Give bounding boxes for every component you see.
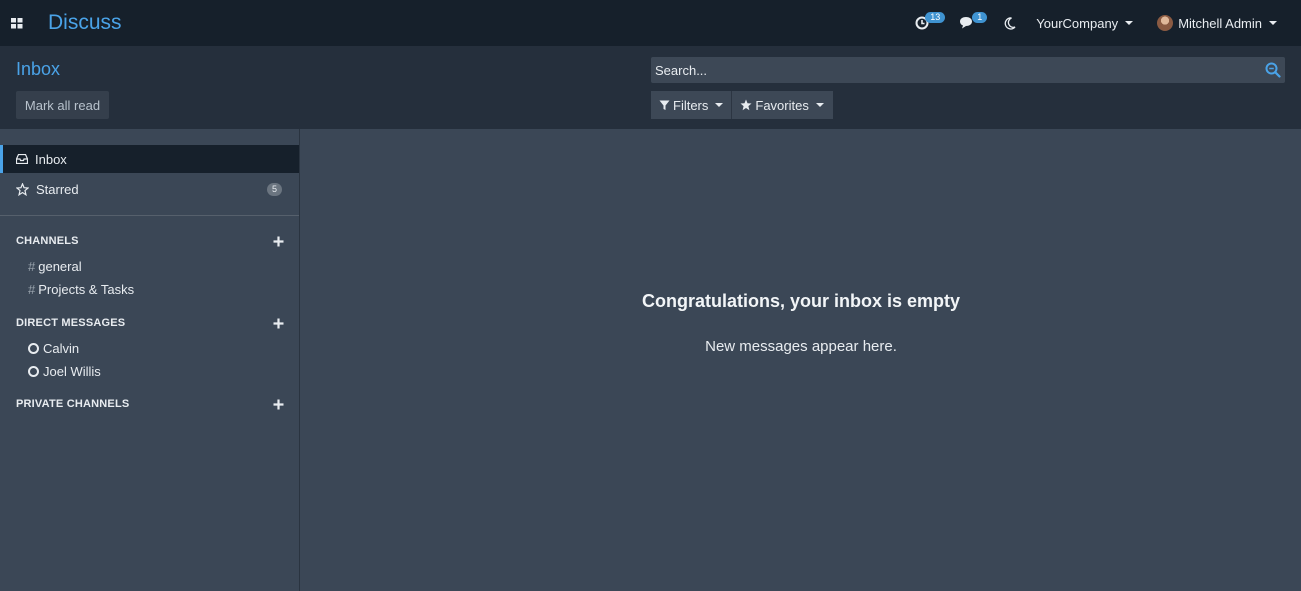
- search-options: Filters Favorites: [651, 91, 833, 119]
- channel-item[interactable]: # Projects & Tasks: [28, 279, 134, 299]
- avatar: [1157, 15, 1174, 31]
- search-bar: [651, 57, 1285, 83]
- category-title[interactable]: PRIVATE CHANNELS: [16, 398, 129, 410]
- channel-item[interactable]: # general: [28, 256, 82, 276]
- caret-down-icon: [1269, 21, 1277, 25]
- star-icon: [16, 182, 29, 196]
- activity-counter: 13: [925, 12, 946, 23]
- favorites-dropdown[interactable]: Favorites: [731, 91, 833, 119]
- caret-down-icon: [815, 103, 824, 107]
- filters-dropdown[interactable]: Filters: [651, 91, 732, 119]
- main-navbar: Discuss 13 1 YourCompany Mitchell Admin: [0, 0, 1301, 46]
- messaging-counter: 1: [972, 12, 988, 23]
- favorites-label: Favorites: [755, 97, 809, 113]
- breadcrumb: Inbox: [16, 59, 61, 79]
- empty-state-subtitle: New messages appear here.: [705, 338, 897, 355]
- chat-item[interactable]: Calvin: [28, 338, 79, 358]
- category-title[interactable]: CHANNELS: [16, 235, 79, 247]
- thread-view: Congratulations, your inbox is empty New…: [301, 129, 1301, 591]
- offline-status-icon: [28, 365, 39, 377]
- plus-icon[interactable]: [273, 236, 284, 247]
- category-channels: CHANNELS: [16, 233, 284, 249]
- offline-status-icon: [28, 342, 39, 354]
- channel-name: Projects & Tasks: [38, 281, 135, 297]
- grid-icon: [11, 17, 23, 28]
- plus-icon[interactable]: [273, 318, 284, 329]
- control-panel: Inbox Mark all read Filters Favorites: [0, 46, 1301, 129]
- discuss-sidebar: Inbox Starred 5 CHANNELS # general # Pro…: [0, 129, 300, 591]
- sidebar-item-starred[interactable]: Starred 5: [0, 175, 299, 203]
- starred-counter: 5: [266, 183, 282, 196]
- user-name: Mitchell Admin: [1178, 15, 1262, 31]
- filter-icon: [659, 100, 670, 110]
- user-menu[interactable]: Mitchell Admin: [1147, 0, 1287, 46]
- mark-all-read-button[interactable]: Mark all read: [16, 91, 109, 119]
- channel-name: general: [38, 258, 82, 274]
- inbox-icon: [16, 154, 28, 164]
- sidebar-item-label: Inbox: [35, 151, 67, 167]
- sidebar-item-inbox[interactable]: Inbox: [0, 145, 299, 173]
- sidebar-divider: [0, 215, 299, 216]
- moon-icon: [1004, 16, 1016, 30]
- plus-icon[interactable]: [273, 399, 284, 410]
- category-private-channels: PRIVATE CHANNELS: [16, 396, 284, 412]
- app-title[interactable]: Discuss: [48, 11, 122, 35]
- caret-down-icon: [1125, 21, 1134, 25]
- hash-icon: #: [28, 281, 36, 297]
- chat-item[interactable]: Joel Willis: [28, 361, 101, 381]
- apps-menu-button[interactable]: [2, 0, 32, 46]
- empty-state-title: Congratulations, your inbox is empty: [641, 291, 961, 311]
- chat-partner-name: Joel Willis: [43, 363, 101, 379]
- star-icon: [740, 99, 752, 111]
- systray: 13 1 YourCompany Mitchell Admin: [905, 0, 1301, 46]
- hash-icon: #: [28, 258, 36, 274]
- sidebar-item-label: Starred: [36, 181, 79, 197]
- search-input[interactable]: [651, 57, 1285, 83]
- chat-partner-name: Calvin: [43, 340, 80, 356]
- company-switcher[interactable]: YourCompany: [1026, 0, 1143, 46]
- category-direct-messages: DIRECT MESSAGES: [16, 315, 284, 331]
- activity-menu[interactable]: 13: [905, 0, 946, 46]
- filters-label: Filters: [673, 97, 709, 113]
- category-title[interactable]: DIRECT MESSAGES: [16, 317, 125, 329]
- dark-mode-toggle[interactable]: [994, 0, 1026, 46]
- search-icon[interactable]: [1265, 62, 1281, 78]
- company-name: YourCompany: [1036, 15, 1119, 31]
- messaging-menu[interactable]: 1: [949, 0, 988, 46]
- caret-down-icon: [715, 103, 724, 107]
